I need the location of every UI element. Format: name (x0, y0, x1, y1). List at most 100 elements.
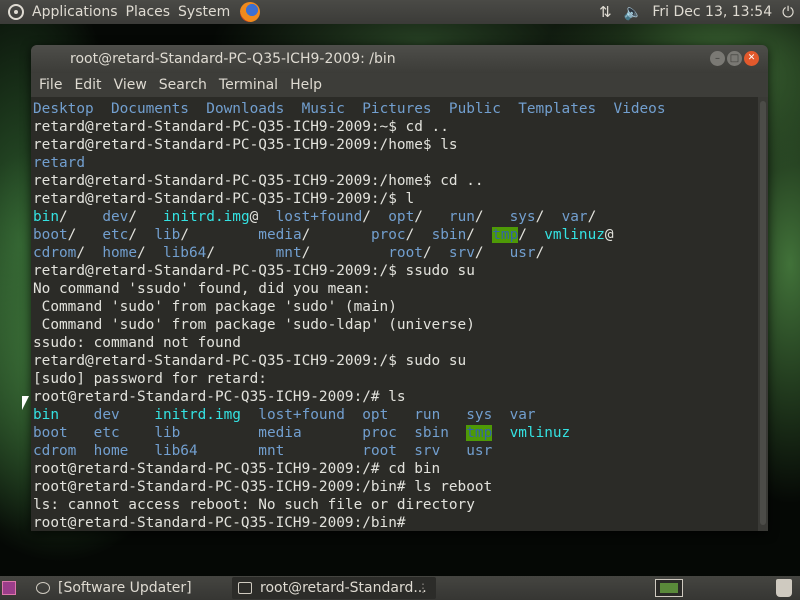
terminal-line: bin dev initrd.img lost+found opt run sy… (33, 406, 758, 424)
menu-view[interactable]: View (114, 73, 147, 97)
menu-file[interactable]: File (39, 73, 62, 97)
terminal-text: boot (33, 227, 68, 243)
terminal-text: retard (33, 155, 85, 171)
terminal-text: Music (301, 101, 345, 117)
window-title: root@retard-Standard-PC-Q35-ICH9-2009: /… (70, 51, 396, 67)
terminal-text: usr (466, 443, 493, 459)
ubuntu-logo-icon[interactable] (8, 4, 24, 20)
terminal-text: vmlinuz (544, 227, 605, 243)
terminal-text: vmlinuz (509, 425, 571, 441)
firefox-icon[interactable] (240, 2, 261, 22)
terminal-line: No command 'ssudo' found, did you mean: (33, 280, 758, 298)
terminal-text: initrd.img (162, 209, 250, 225)
power-icon[interactable]: ⏻ (782, 0, 794, 24)
minimize-icon: – (715, 53, 720, 64)
terminal-text: / (180, 227, 259, 243)
maximize-icon: □ (729, 53, 740, 64)
terminal-text: / (422, 245, 449, 261)
terminal-text: mnt (258, 443, 285, 459)
terminal-line: retard@retard-Standard-PC-Q35-ICH9-2009:… (33, 352, 758, 370)
terminal-text: / (59, 209, 103, 225)
terminal-line: cdrom home lib64 mnt root srv usr (33, 442, 758, 460)
show-desktop-icon[interactable] (2, 581, 16, 595)
terminal-text: dev (93, 407, 120, 423)
terminal-text: root@retard-Standard-PC-Q35-ICH9-2009:/#… (33, 389, 406, 405)
terminal-output[interactable]: Desktop Documents Downloads Music Pictur… (31, 97, 758, 531)
close-button[interactable]: ✕ (744, 51, 759, 66)
menu-terminal[interactable]: Terminal (219, 73, 278, 97)
terminal-text: root@retard-Standard-PC-Q35-ICH9-2009:/#… (33, 461, 441, 477)
trash-icon[interactable] (776, 579, 792, 597)
terminal-text: sbin (431, 227, 467, 243)
applications-menu[interactable]: Applications (28, 0, 122, 24)
terminal-text: lib (154, 425, 181, 441)
window-titlebar[interactable]: root@retard-Standard-PC-Q35-ICH9-2009: /… (31, 45, 768, 73)
terminal-text: initrd.img (154, 407, 241, 423)
terminal-text: lost+found (275, 209, 363, 225)
system-menu[interactable]: System (174, 0, 234, 24)
maximize-button[interactable]: □ (727, 51, 742, 66)
scrollbar-thumb[interactable] (760, 101, 766, 525)
terminal-text: Downloads (206, 101, 285, 117)
menu-help[interactable]: Help (290, 73, 322, 97)
menu-edit[interactable]: Edit (74, 73, 101, 97)
terminal-text: var (561, 209, 588, 225)
terminal-line: Desktop Documents Downloads Music Pictur… (33, 100, 758, 118)
top-panel: Applications Places System ⇅ 🔈 Fri Dec 1… (0, 0, 800, 24)
terminal-text: srv (414, 443, 441, 459)
taskbar-terminal[interactable]: root@retard-Standard... (232, 577, 436, 599)
panel-handle-icon[interactable]: ⋮ (417, 576, 429, 600)
terminal-line: Command 'sudo' from package 'sudo-ldap' … (33, 316, 758, 334)
terminal-text: Desktop (33, 101, 94, 117)
terminal-text: / (414, 209, 449, 225)
minimize-button[interactable]: – (710, 51, 725, 66)
places-menu[interactable]: Places (122, 0, 175, 24)
taskbar-software-updater[interactable]: [Software Updater] (30, 577, 226, 599)
terminal-text: proc (370, 227, 406, 243)
terminal-text: srv (448, 245, 475, 261)
menu-search[interactable]: Search (159, 73, 207, 97)
terminal-text: etc (93, 425, 120, 441)
terminal-text: run (448, 209, 475, 225)
terminal-text: / (362, 209, 389, 225)
terminal-text: Documents (110, 101, 189, 117)
terminal-text: etc (102, 227, 129, 243)
terminal-window[interactable]: root@retard-Standard-PC-Q35-ICH9-2009: /… (31, 45, 768, 531)
network-updown-icon[interactable]: ⇅ (599, 0, 612, 24)
terminal-text: / (405, 227, 432, 243)
terminal-line: [sudo] password for retard: (33, 370, 758, 388)
terminal-text: lib64 (162, 245, 207, 261)
terminal-menubar: File Edit View Search Terminal Help (31, 73, 768, 97)
terminal-text: proc (362, 425, 397, 441)
terminal-line: retard@retard-Standard-PC-Q35-ICH9-2009:… (33, 172, 758, 190)
terminal-text: opt (388, 209, 415, 225)
workspace-switcher[interactable] (655, 579, 683, 597)
terminal-text: Command 'sudo' from package 'sudo-ldap' … (33, 317, 475, 333)
terminal-text: / (67, 227, 103, 243)
terminal-line: root@retard-Standard-PC-Q35-ICH9-2009:/b… (33, 478, 758, 496)
terminal-scrollbar[interactable] (758, 97, 768, 531)
terminal-text: lib64 (154, 443, 198, 459)
terminal-text: root (362, 443, 397, 459)
volume-icon[interactable]: 🔈 (624, 0, 643, 24)
clock[interactable]: Fri Dec 13, 13:54 (648, 0, 776, 24)
terminal-text: sys (466, 407, 493, 423)
terminal-line: boot/ etc/ lib/ media/ proc/ sbin/ tmp/ … (33, 226, 758, 244)
terminal-text: / (76, 245, 103, 261)
terminal-text: / (587, 209, 597, 225)
